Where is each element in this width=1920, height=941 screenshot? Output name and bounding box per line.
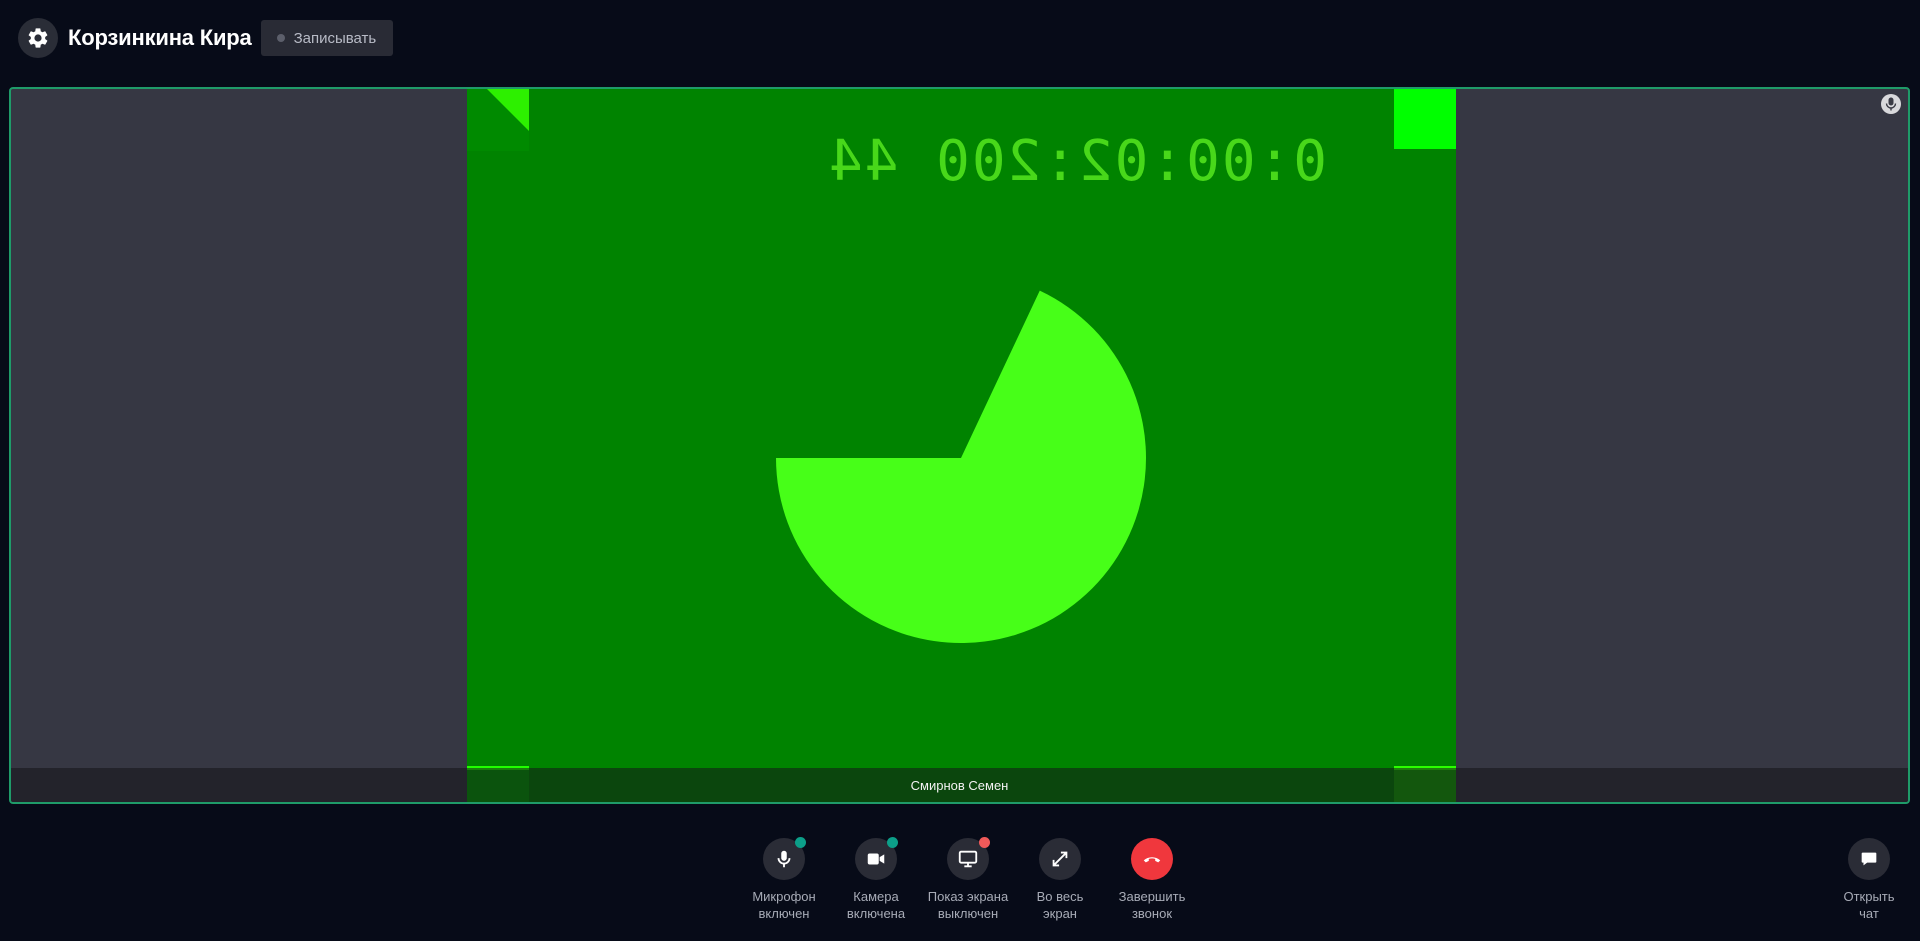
camera-icon (867, 853, 885, 865)
screen-share-label: Показ экрана выключен (927, 889, 1009, 921)
chat-icon (1861, 852, 1877, 866)
screen-share-toggle[interactable]: Показ экрана выключен (922, 837, 1014, 928)
status-badge (979, 837, 990, 848)
participant-name: Смирнов Семен (910, 777, 1009, 793)
status-badge (795, 837, 806, 848)
open-chat-label: Открыть чат (1843, 889, 1895, 921)
user-name: Корзинкина Кира (68, 25, 252, 50)
fullscreen-toggle[interactable]: Во весь экран (1014, 838, 1106, 928)
remote-video: 0:00:02:200 44 (467, 89, 1456, 802)
settings-button[interactable] (18, 18, 58, 58)
end-call-control[interactable]: Завершить звонок (1106, 838, 1198, 928)
open-chat-button[interactable] (1848, 838, 1890, 880)
gear-icon (28, 28, 48, 48)
participant-caption-bar: Смирнов Семен (11, 768, 1908, 802)
microphone-button[interactable] (763, 837, 806, 880)
record-dot-icon (276, 34, 285, 42)
top-bar: Корзинкина Кира Записывать (18, 18, 394, 58)
camera-toggle[interactable]: Камера включена (830, 837, 922, 928)
record-button[interactable]: Записывать (260, 20, 394, 56)
camera-button[interactable] (855, 837, 898, 880)
microphone-label: Микрофон включен (752, 889, 816, 921)
fullscreen-button[interactable] (1039, 838, 1081, 880)
video-pie-graphic (776, 290, 1146, 643)
fullscreen-label: Во весь экран (1036, 889, 1084, 921)
hangup-icon (1143, 857, 1161, 863)
screen-share-button[interactable] (947, 837, 990, 880)
video-tile[interactable]: 0:00:02:200 44 Смирнов Семен (9, 87, 1910, 804)
open-chat-control[interactable]: Открыть чат (1823, 838, 1915, 922)
status-badge (887, 837, 898, 848)
fullscreen-icon (1052, 851, 1068, 867)
call-controls: Микрофон включен Камера включена Показ э… (738, 837, 1198, 928)
record-label: Записывать (293, 29, 377, 47)
participant-mic-icon (1881, 94, 1901, 114)
camera-label: Камера включена (846, 889, 906, 921)
end-call-label: Завершить звонок (1118, 889, 1186, 921)
monitor-icon (958, 850, 978, 868)
mic-icon (777, 850, 791, 868)
microphone-toggle[interactable]: Микрофон включен (738, 837, 830, 928)
end-call-button[interactable] (1131, 838, 1173, 880)
